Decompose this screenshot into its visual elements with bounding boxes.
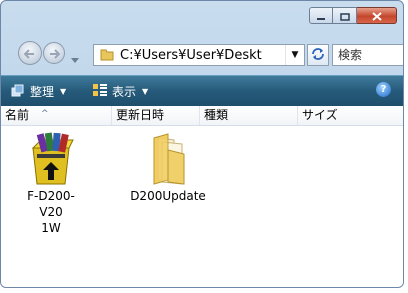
organize-menu[interactable]: 整理 ▼	[11, 83, 66, 100]
back-button[interactable]	[18, 41, 42, 65]
address-bar-row: C:¥Users¥User¥Deskt ▼ 検索	[1, 37, 403, 71]
folder-icon	[153, 133, 185, 185]
sort-ascending-icon: ^	[41, 109, 49, 119]
column-header-date-modified[interactable]: 更新日時	[112, 106, 200, 125]
help-icon: ?	[380, 84, 387, 95]
folder-name: D200Update	[130, 189, 206, 203]
file-item[interactable]: F-D200-V20 1W	[19, 132, 83, 236]
command-bar: 整理 ▼ 表示 ▼ ?	[1, 75, 403, 107]
column-header-type-label: 種類	[204, 108, 229, 122]
views-icon	[93, 84, 107, 99]
chevron-down-icon	[71, 49, 79, 68]
maximize-button[interactable]	[333, 7, 357, 24]
file-list-pane[interactable]: 名前 ^ 更新日時 種類 サイズ F-D200-V20 1W D200Updat…	[1, 106, 403, 287]
column-header-size-label: サイズ	[302, 108, 338, 122]
column-header-name[interactable]: 名前 ^	[1, 106, 112, 125]
column-header-name-label: 名前	[5, 108, 30, 122]
column-headers: 名前 ^ 更新日時 種類 サイズ	[1, 106, 403, 126]
address-path[interactable]: C:¥Users¥User¥Deskt	[120, 48, 285, 63]
installer-archive-icon	[31, 132, 74, 185]
forward-arrow-icon	[48, 44, 61, 63]
folder-item[interactable]: D200Update	[123, 132, 213, 204]
folder-icon	[100, 46, 114, 65]
file-name-line1: F-D200-V20	[27, 189, 75, 219]
column-header-size[interactable]: サイズ	[298, 106, 403, 125]
refresh-button[interactable]	[307, 44, 329, 66]
address-field[interactable]: C:¥Users¥User¥Deskt ▼	[93, 44, 305, 66]
chevron-down-icon: ▼	[142, 87, 149, 96]
title-bar[interactable]	[1, 1, 403, 35]
address-dropdown-button[interactable]: ▼	[285, 45, 304, 65]
help-button[interactable]: ?	[376, 82, 391, 97]
explorer-window: C:¥Users¥User¥Deskt ▼ 検索 整理 ▼ 表示 ▼ ? 名前 …	[0, 0, 404, 288]
minimize-icon	[316, 6, 326, 25]
forward-button[interactable]	[43, 42, 65, 64]
minimize-button[interactable]	[309, 7, 333, 24]
close-icon	[371, 6, 382, 25]
column-header-date-label: 更新日時	[116, 108, 165, 122]
refresh-icon	[311, 46, 325, 65]
views-menu[interactable]: 表示 ▼	[93, 83, 148, 100]
back-arrow-icon	[23, 44, 36, 63]
recent-pages-dropdown[interactable]	[71, 49, 79, 68]
views-label: 表示	[112, 85, 137, 99]
organize-icon	[11, 83, 25, 100]
maximize-icon	[339, 6, 350, 25]
search-input[interactable]: 検索	[332, 44, 403, 66]
organize-label: 整理	[30, 85, 55, 99]
window-controls	[309, 7, 397, 24]
column-header-type[interactable]: 種類	[200, 106, 298, 125]
file-name-line2: 1W	[41, 221, 61, 235]
close-button[interactable]	[357, 7, 397, 24]
chevron-down-icon: ▼	[60, 87, 67, 96]
